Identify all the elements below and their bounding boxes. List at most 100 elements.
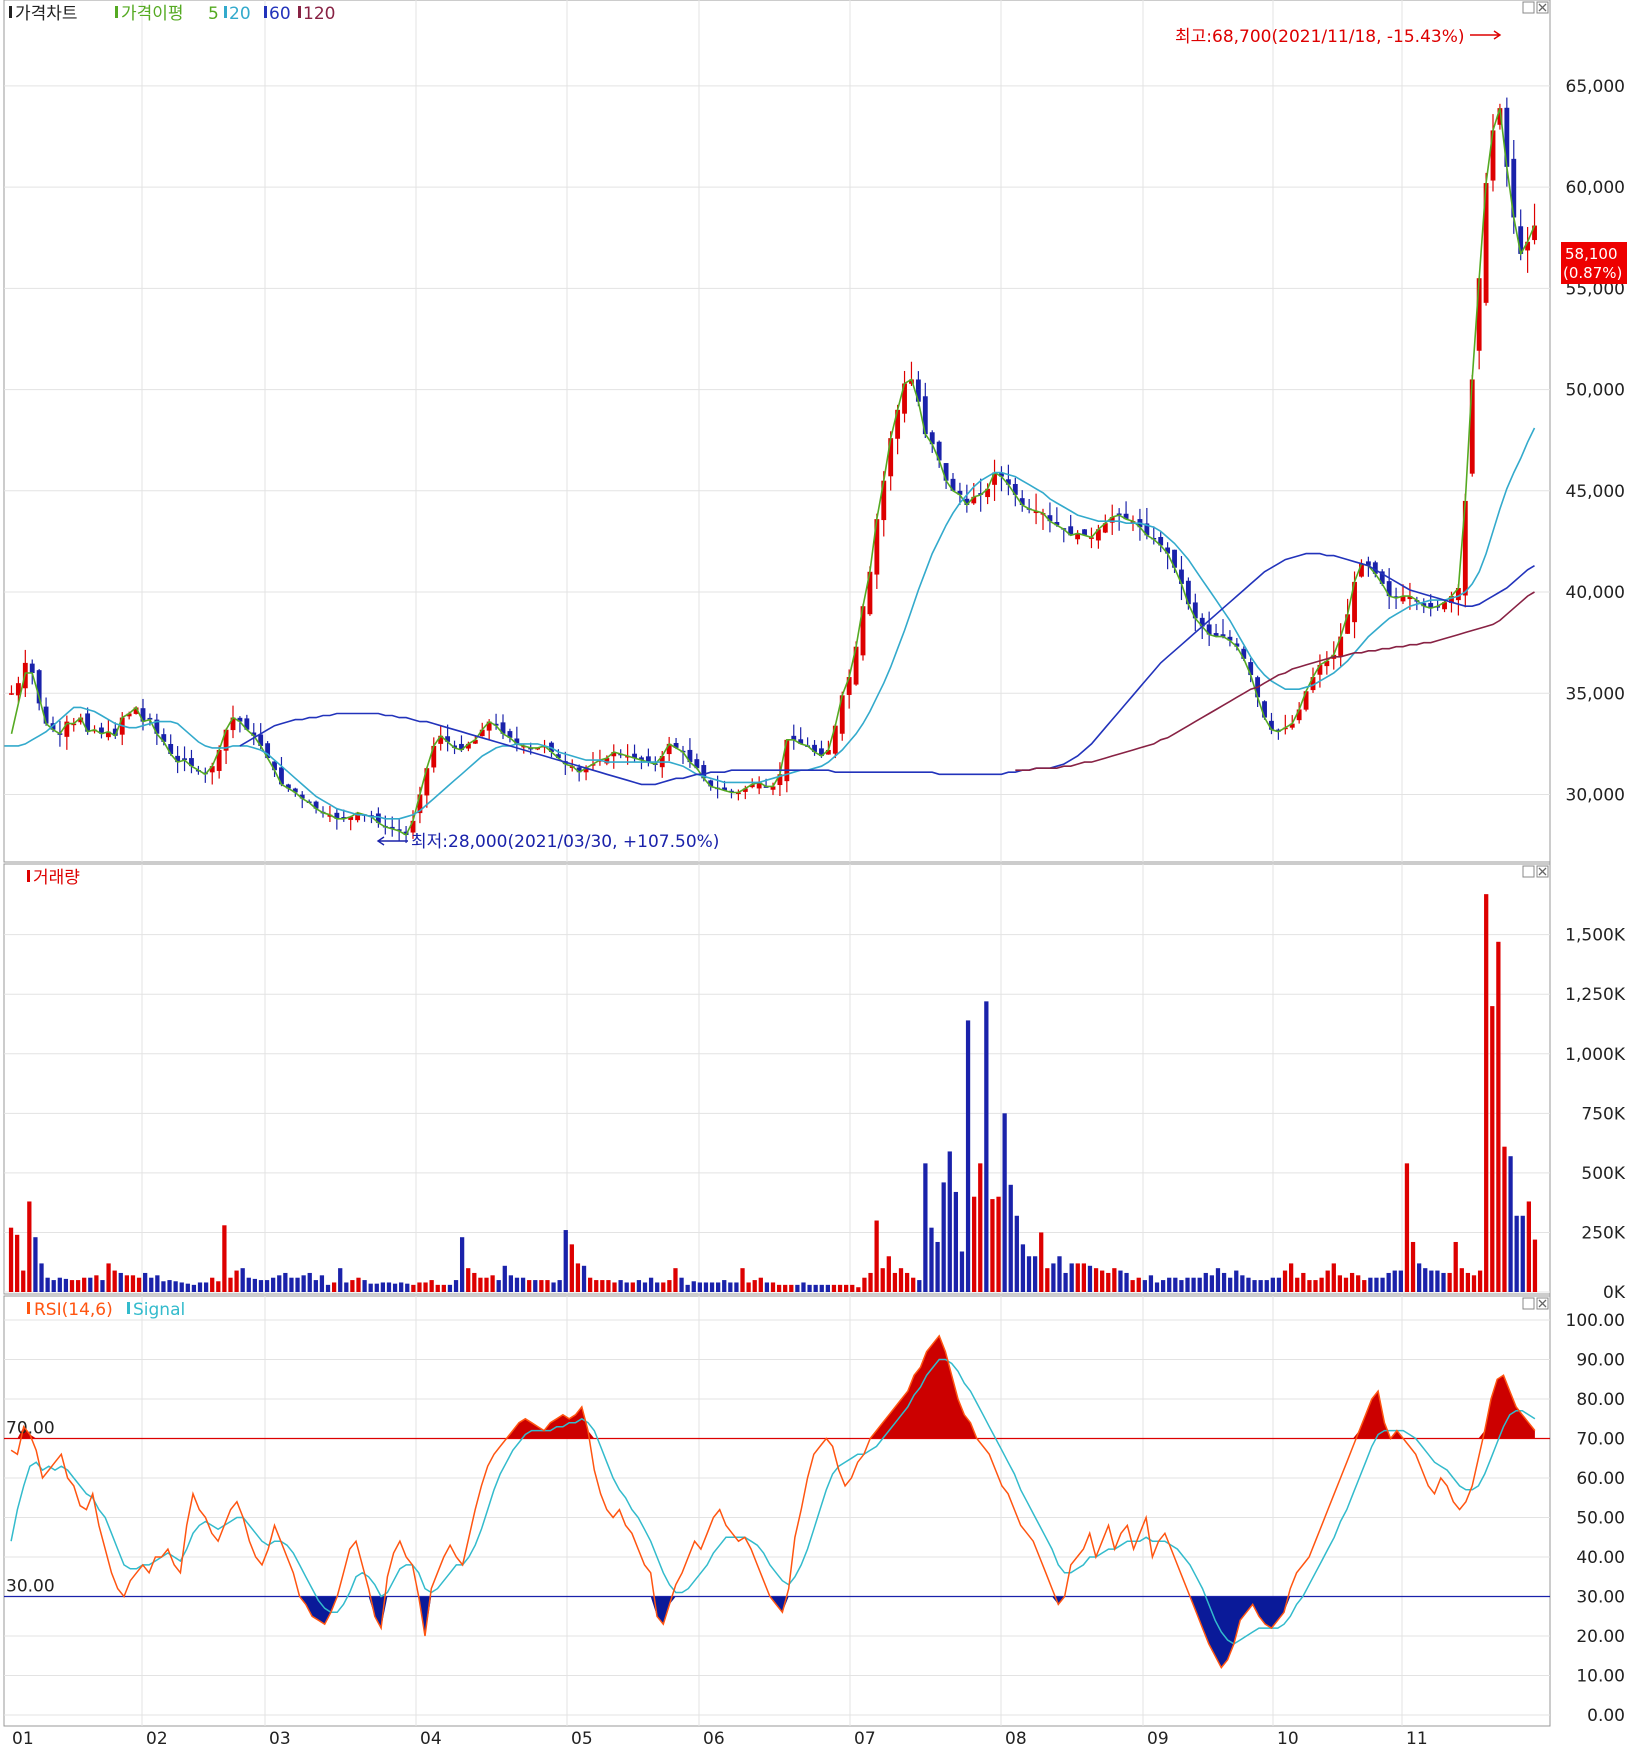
- volume-bar: [1502, 1146, 1507, 1292]
- candle-body: [1469, 379, 1475, 474]
- rsi-panel-title: RSI(14,6): [34, 1300, 113, 1320]
- volume-bar: [136, 1277, 142, 1292]
- volume-bar: [1514, 1215, 1519, 1292]
- volume-bar: [789, 1284, 794, 1292]
- volume-bar: [709, 1282, 715, 1292]
- volume-bar: [1045, 1268, 1050, 1292]
- volume-bar: [527, 1280, 532, 1292]
- volume-bar: [1234, 1270, 1239, 1292]
- volume-bar: [1148, 1275, 1154, 1292]
- volume-bar: [338, 1268, 343, 1292]
- volume-bar: [697, 1282, 702, 1292]
- maximize-icon[interactable]: [1522, 1, 1535, 14]
- volume-bar: [319, 1275, 325, 1292]
- volume-bar: [959, 1251, 965, 1292]
- volume-bar: [1240, 1275, 1245, 1292]
- volume-bar: [295, 1277, 300, 1292]
- volume-bar: [1167, 1277, 1172, 1292]
- volume-bar: [539, 1280, 544, 1292]
- volume-bar: [1160, 1280, 1166, 1292]
- rsi-tick-label: 40.00: [1576, 1548, 1625, 1568]
- volume-bar: [1526, 1201, 1531, 1292]
- ma20-legend: 20: [229, 4, 251, 24]
- volume-bar: [1039, 1232, 1044, 1292]
- volume-bar: [1447, 1272, 1452, 1292]
- rsi-tick-label: 10.00: [1576, 1667, 1625, 1687]
- volume-bar: [143, 1272, 148, 1292]
- volume-bar: [1380, 1277, 1385, 1292]
- price-tick-label: 35,000: [1566, 684, 1625, 704]
- volume-bar: [1307, 1280, 1312, 1292]
- volume-bar: [234, 1270, 239, 1292]
- volume-bar: [417, 1282, 422, 1292]
- volume-bar: [685, 1284, 690, 1292]
- volume-bar: [722, 1280, 727, 1292]
- current-price-badge: 58,100 (0.87%): [1561, 242, 1627, 284]
- x-tick-label: 04: [420, 1729, 442, 1749]
- volume-bar: [313, 1280, 318, 1292]
- volume-bar: [1124, 1272, 1129, 1292]
- volume-bar: [356, 1277, 361, 1292]
- volume-bar: [191, 1284, 197, 1292]
- rsi-tick-label: 20.00: [1576, 1627, 1625, 1647]
- volume-bar: [618, 1280, 623, 1292]
- volume-bar: [331, 1282, 337, 1292]
- ma120-legend: 120: [303, 4, 335, 24]
- volume-bar: [844, 1284, 849, 1292]
- volume-bar: [1270, 1277, 1275, 1292]
- volume-bar: [240, 1268, 245, 1292]
- volume-bar: [301, 1275, 306, 1292]
- volume-bar: [667, 1280, 672, 1292]
- volume-bar: [947, 1151, 952, 1292]
- volume-bar: [1368, 1277, 1373, 1292]
- volume-bar: [874, 1220, 879, 1292]
- volume-bar: [1441, 1272, 1446, 1292]
- volume-bar: [1221, 1272, 1227, 1292]
- volume-bar: [179, 1282, 184, 1292]
- volume-bar: [648, 1277, 654, 1292]
- price-tick-label: 30,000: [1566, 786, 1625, 806]
- maximize-icon[interactable]: [1522, 865, 1535, 878]
- volume-bar: [399, 1282, 404, 1292]
- volume-bar: [545, 1280, 550, 1292]
- volume-bar: [569, 1244, 574, 1292]
- candle-body: [29, 663, 35, 674]
- volume-bar: [1185, 1277, 1190, 1292]
- volume-bar: [1465, 1272, 1471, 1292]
- volume-bar: [350, 1280, 355, 1292]
- volume-bar: [716, 1282, 721, 1292]
- volume-bar: [447, 1284, 453, 1292]
- volume-bar: [1319, 1277, 1324, 1292]
- price-tick-label: 40,000: [1566, 583, 1625, 603]
- volume-bar: [8, 1227, 14, 1292]
- volume-bar: [1179, 1280, 1184, 1292]
- volume-bar: [252, 1278, 258, 1292]
- price-tick-label: 50,000: [1566, 381, 1625, 401]
- volume-bar: [508, 1275, 514, 1292]
- volume-bar: [45, 1277, 50, 1292]
- volume-bar: [307, 1272, 312, 1292]
- volume-bar: [941, 1182, 946, 1292]
- ma60-legend: 60: [269, 4, 291, 24]
- volume-bar: [1410, 1241, 1416, 1292]
- volume-bar: [82, 1277, 87, 1292]
- volume-bar: [1435, 1270, 1440, 1292]
- volume-bar: [533, 1280, 538, 1292]
- volume-bar: [1295, 1277, 1300, 1292]
- volume-bar: [344, 1282, 349, 1292]
- volume-bar: [1484, 894, 1489, 1292]
- volume-bar: [1130, 1280, 1135, 1292]
- volume-bar: [1173, 1277, 1178, 1292]
- x-tick-label: 02: [146, 1729, 168, 1749]
- volume-bar: [1112, 1268, 1117, 1292]
- volume-bar: [898, 1268, 904, 1292]
- volume-bar: [1264, 1280, 1269, 1292]
- volume-bar: [1075, 1263, 1080, 1292]
- volume-bar: [362, 1280, 367, 1292]
- volume-bar: [130, 1275, 136, 1292]
- rsi-panel: [3, 1295, 1551, 1727]
- maximize-icon[interactable]: [1522, 1297, 1535, 1310]
- volume-bar: [880, 1268, 885, 1292]
- volume-bar: [1203, 1272, 1208, 1292]
- volume-bar: [990, 1199, 995, 1292]
